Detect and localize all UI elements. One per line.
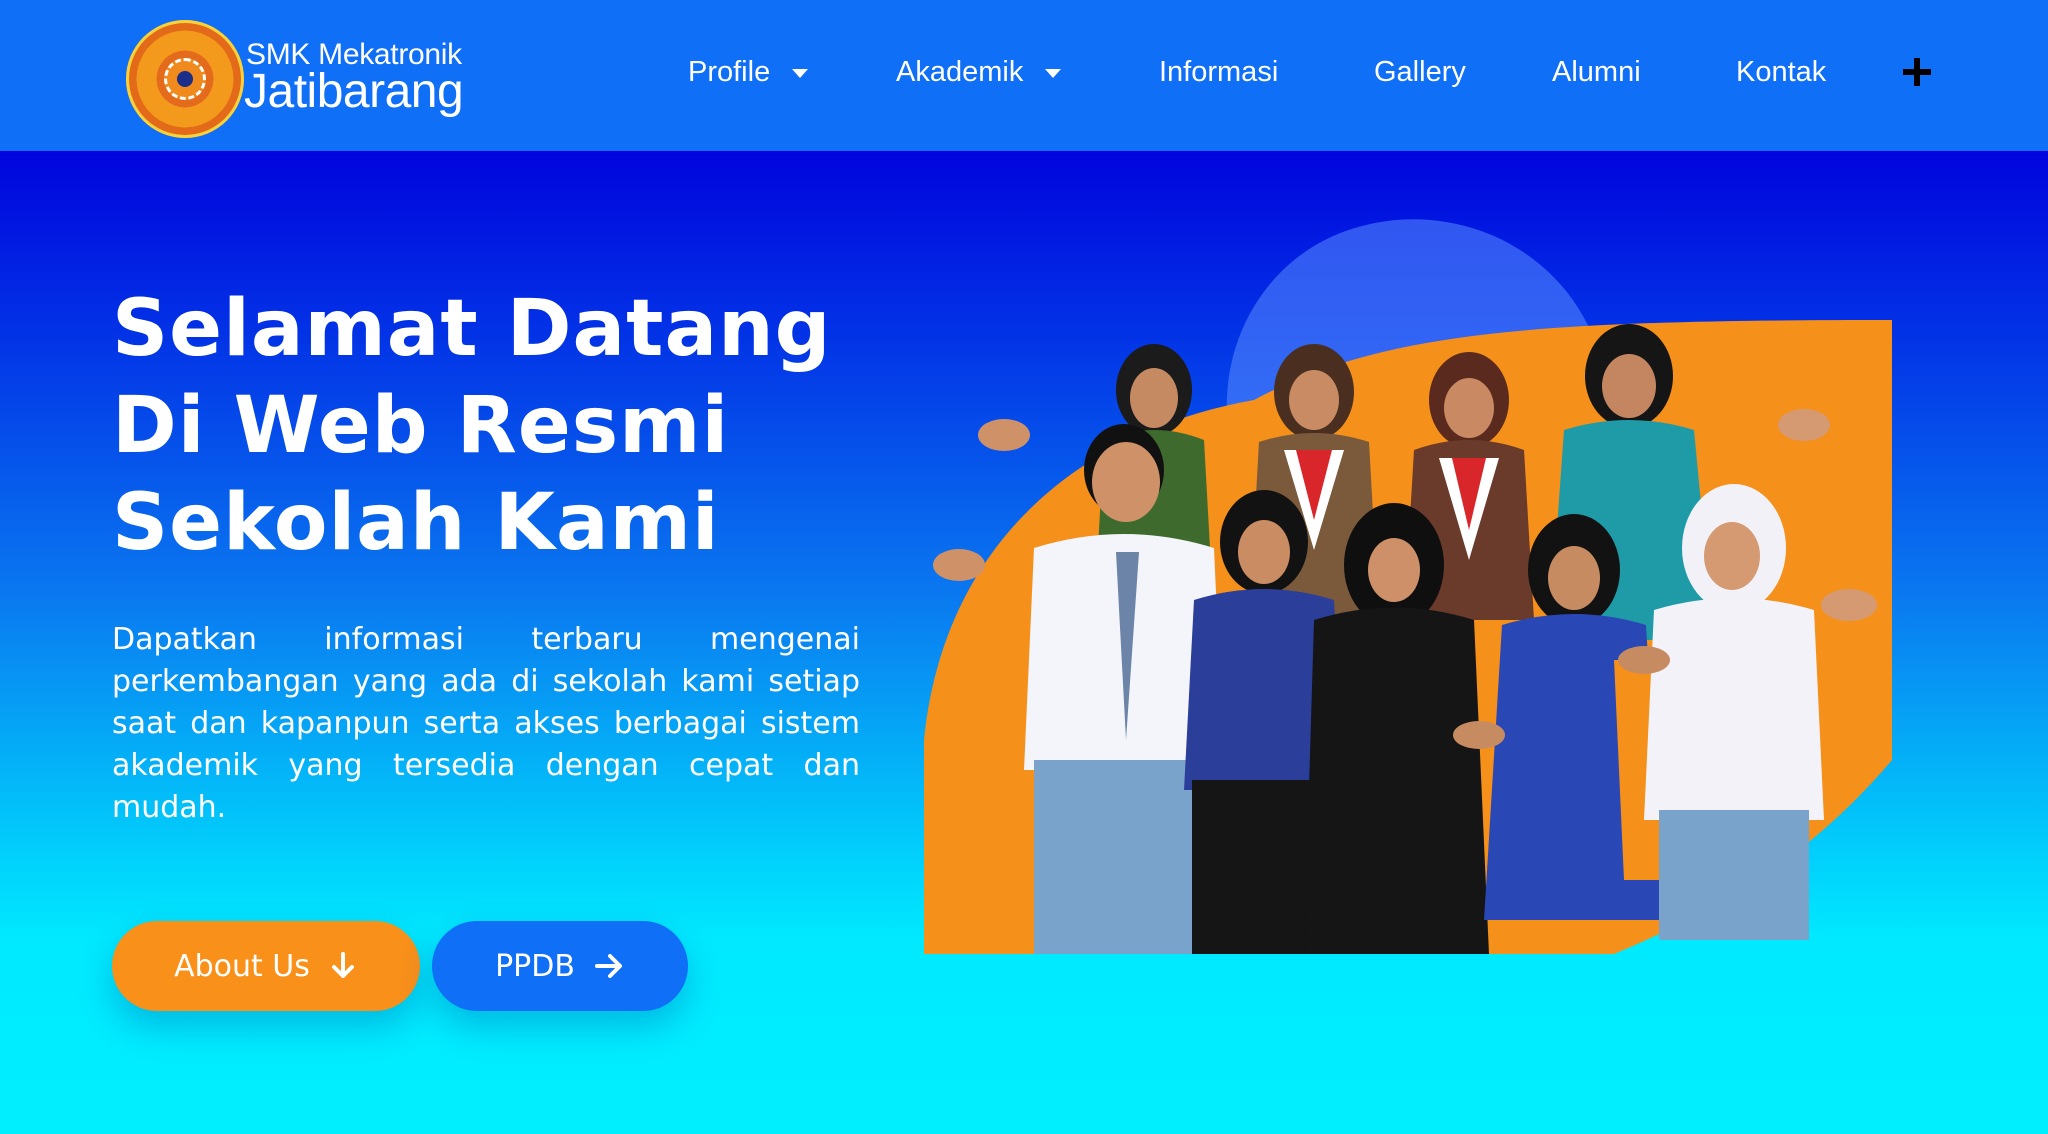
hero-headline: Selamat Datang Di Web Resmi Sekolah Kami xyxy=(112,284,832,568)
nav-item-gallery[interactable]: Gallery xyxy=(1374,56,1466,89)
school-logo[interactable] xyxy=(126,20,244,138)
brand-name-main[interactable]: Jatibarang xyxy=(244,64,464,119)
logo-center-emblem xyxy=(177,71,193,87)
caret-down-icon xyxy=(1045,69,1062,78)
about-us-label: About Us xyxy=(174,948,310,984)
nav-item-label: Akademik xyxy=(896,56,1024,88)
nav-item-akademik[interactable]: Akademik xyxy=(896,56,1062,89)
nav-item-label: Informasi xyxy=(1159,56,1279,88)
arrow-right-icon xyxy=(594,954,622,978)
ppdb-label: PPDB xyxy=(495,948,575,984)
caret-down-icon xyxy=(792,69,809,78)
nav-item-kontak[interactable]: Kontak xyxy=(1736,56,1826,89)
nav-item-label: Profile xyxy=(688,56,771,88)
nav-item-label: Alumni xyxy=(1552,56,1641,88)
about-us-button[interactable]: About Us xyxy=(112,921,420,1011)
hero-lead-text: Dapatkan informasi terbaru mengenai perk… xyxy=(112,622,860,825)
students-photo xyxy=(924,320,1892,954)
ppdb-button[interactable]: PPDB xyxy=(432,921,688,1011)
nav-item-label: Gallery xyxy=(1374,56,1466,88)
plus-icon[interactable] xyxy=(1903,58,1931,86)
nav-item-label: Kontak xyxy=(1736,56,1827,88)
nav-item-informasi[interactable]: Informasi xyxy=(1159,56,1278,89)
site-header: SMK Mekatronik Jatibarang Profile Akadem… xyxy=(0,0,2048,151)
arrow-down-icon xyxy=(331,952,354,978)
hero-section: Selamat Datang Di Web Resmi Sekolah Kami… xyxy=(0,151,2048,1134)
nav-item-profile[interactable]: Profile xyxy=(688,56,809,89)
nav-item-alumni[interactable]: Alumni xyxy=(1552,56,1641,89)
